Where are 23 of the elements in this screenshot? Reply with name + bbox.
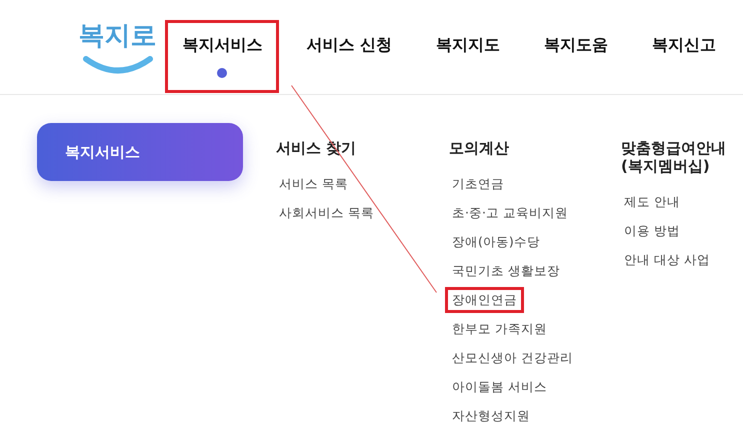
smile-icon: [82, 56, 153, 74]
menu-link[interactable]: 제도 안내: [617, 189, 687, 215]
column-title: 모의계산: [449, 139, 509, 157]
menu-link[interactable]: 기초연금: [445, 171, 511, 197]
menu-link[interactable]: 산모신생아 건강관리: [445, 345, 580, 371]
nav-tab[interactable]: 복지지도: [419, 20, 517, 93]
column-title: 맞춤형급여안내 (복지멤버십): [621, 139, 727, 175]
menu-link[interactable]: 장애(아동)수당: [445, 229, 547, 255]
menu-link[interactable]: 이용 방법: [617, 218, 687, 244]
menu-link[interactable]: 아이돌봄 서비스: [445, 374, 554, 400]
menu-link[interactable]: 장애인연금: [445, 287, 524, 313]
nav-tab[interactable]: 서비스 신청: [289, 20, 409, 93]
menu-link[interactable]: 국민기초 생활보장: [445, 258, 567, 284]
side-menu-item[interactable]: 복지서비스: [37, 123, 243, 181]
menu-link[interactable]: 초·중·고 교육비지원: [445, 200, 575, 226]
menu-link[interactable]: 안내 대상 사업: [617, 247, 717, 273]
menu-link[interactable]: 한부모 가족지원: [445, 316, 554, 342]
nav-tab[interactable]: 복지서비스: [165, 20, 280, 93]
nav-tab[interactable]: 복지도움: [527, 20, 625, 93]
menu-link[interactable]: 사회서비스 목록: [272, 200, 381, 226]
menu-link[interactable]: 서비스 목록: [272, 171, 355, 197]
menu-link[interactable]: 자산형성지원: [445, 403, 537, 429]
nav-tab[interactable]: 복지신고: [635, 20, 733, 93]
